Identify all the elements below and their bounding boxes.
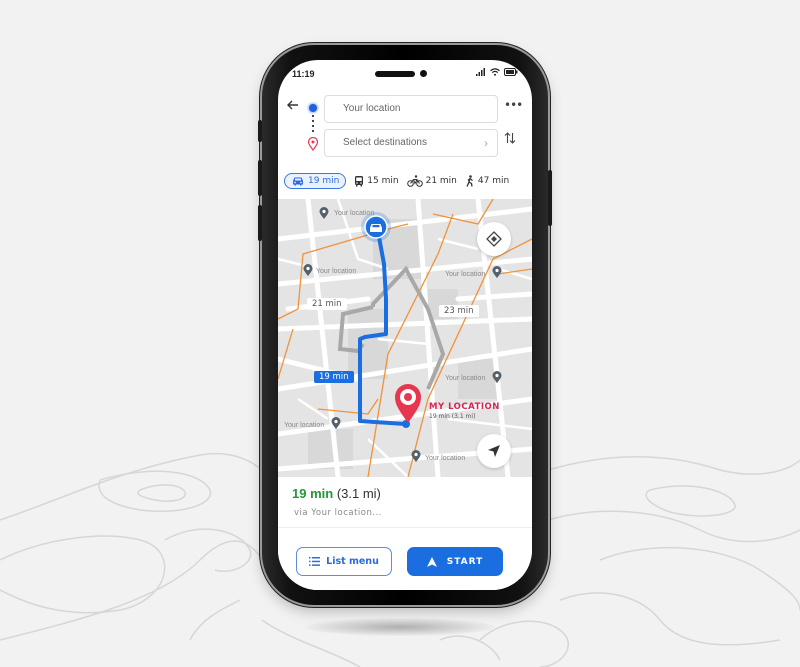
place-pin-icon <box>319 207 329 219</box>
tab-car-label: 19 min <box>308 176 340 186</box>
car-icon <box>293 177 303 186</box>
origin-dot-icon <box>309 104 317 112</box>
route-distance: (3.1 mi) <box>336 486 381 501</box>
route-dots-connector <box>312 115 314 135</box>
destination-input[interactable]: Select destinations › <box>324 129 498 157</box>
travel-mode-tabs: 19 min 15 min 21 min 47 min <box>284 170 528 192</box>
destination-pin-icon <box>307 137 319 151</box>
recenter-button[interactable] <box>477 434 511 468</box>
phone-screen: 11:19 Your location Select destinations … <box>278 60 532 590</box>
phone-volume-up <box>258 160 262 196</box>
route-summary-sheet: 19 min (3.1 mi) via Your location... Lis… <box>278 477 532 590</box>
map-view[interactable]: Your location Your location Your locatio… <box>278 199 532 477</box>
place-label: Your location <box>425 455 466 462</box>
back-button[interactable] <box>286 98 302 114</box>
tab-bicycle-label: 21 min <box>425 176 457 186</box>
route-eta: 19 min (3.1 mi) <box>292 486 381 501</box>
phone-side-button <box>258 120 262 142</box>
place-label: Your location <box>316 268 357 275</box>
tab-bicycle[interactable]: 21 min <box>406 175 457 187</box>
walk-icon <box>466 175 473 187</box>
swap-route-button[interactable] <box>504 131 516 148</box>
place-pin-icon <box>492 371 502 383</box>
start-button[interactable]: START <box>407 547 503 576</box>
more-options-button[interactable]: ••• <box>504 98 523 112</box>
place-pin-icon <box>411 450 421 462</box>
place-pin-icon <box>303 264 313 276</box>
status-icons <box>476 68 518 76</box>
phone-volume-down <box>258 205 262 241</box>
navigation-arrow-up-icon <box>426 556 437 567</box>
place-pin-icon <box>492 266 502 278</box>
origin-input-placeholder: Your location <box>343 103 401 114</box>
status-bar: 11:19 <box>278 60 532 88</box>
tab-walk-label: 47 min <box>477 176 510 186</box>
destination-subtitle: 19 min (3.1 mi) <box>429 413 476 420</box>
battery-icon <box>504 68 518 76</box>
tab-walk[interactable]: 47 min <box>465 175 509 187</box>
navigation-arrow-icon <box>488 445 500 457</box>
route-via: via Your location... <box>294 508 382 518</box>
place-label: Your location <box>284 422 325 429</box>
chevron-right-icon: › <box>484 136 488 150</box>
destination-marker-icon <box>395 384 421 423</box>
list-icon <box>309 557 321 566</box>
start-label: START <box>446 556 484 567</box>
phone-power-button <box>548 170 552 226</box>
speaker-grille <box>375 71 415 77</box>
route-time-label-alt[interactable]: 21 min <box>307 298 347 310</box>
tab-transit[interactable]: 15 min <box>354 175 399 187</box>
tab-transit-label: 15 min <box>367 176 399 186</box>
status-time: 11:19 <box>292 69 315 79</box>
list-menu-label: List menu <box>326 556 379 567</box>
route-time-label-alt[interactable]: 23 min <box>439 305 479 317</box>
more-horizontal-icon: ••• <box>504 98 523 112</box>
map-layers-button[interactable] <box>477 222 511 256</box>
swap-vertical-icon <box>504 132 516 144</box>
directions-panel: Your location Select destinations › ••• … <box>278 90 532 198</box>
route-time-label-primary[interactable]: 19 min <box>314 371 354 383</box>
divider <box>278 527 532 528</box>
wifi-icon <box>490 68 500 76</box>
route-duration: 19 min <box>292 486 334 501</box>
list-menu-button[interactable]: List menu <box>296 547 392 576</box>
place-label: Your location <box>334 210 375 217</box>
origin-input[interactable]: Your location <box>324 95 498 123</box>
destination-title: MY LOCATION <box>429 402 500 412</box>
front-camera <box>420 70 427 77</box>
signal-icon <box>476 68 485 76</box>
bus-icon <box>355 176 364 187</box>
tab-car[interactable]: 19 min <box>284 173 347 189</box>
arrow-left-icon <box>287 100 298 110</box>
bicycle-icon <box>406 175 423 187</box>
place-label: Your location <box>445 271 486 278</box>
place-pin-icon <box>331 417 341 429</box>
destination-input-placeholder: Select destinations <box>343 137 427 148</box>
directions-diamond-icon <box>486 231 502 247</box>
phone-shadow <box>305 618 495 636</box>
place-label: Your location <box>445 375 486 382</box>
